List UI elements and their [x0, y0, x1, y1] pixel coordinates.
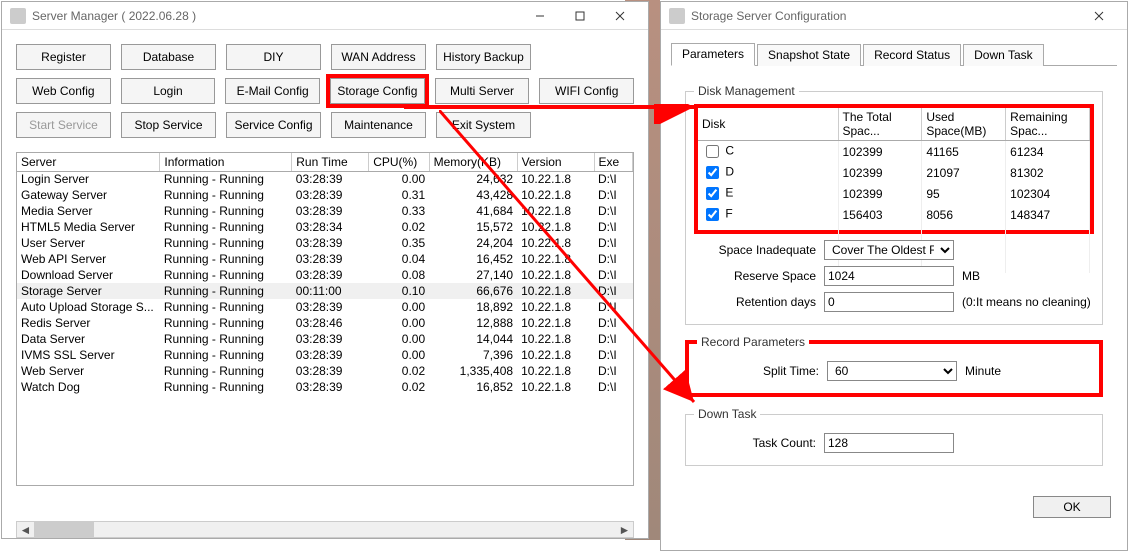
minimize-button[interactable]	[520, 4, 560, 28]
col-memory[interactable]: Memory(KB)	[429, 153, 517, 171]
table-row[interactable]: Web API ServerRunning - Running03:28:390…	[17, 251, 633, 267]
disk-checkbox[interactable]	[706, 145, 719, 158]
window-title: Server Manager ( 2022.06.28 )	[32, 9, 520, 23]
storage-config-button[interactable]: Storage Config	[330, 78, 425, 104]
task-count-label: Task Count:	[694, 436, 824, 450]
disk-management-group: Disk Management Disk The Total Spac... U…	[685, 84, 1103, 325]
close-button[interactable]	[600, 4, 640, 28]
start-service-button[interactable]: Start Service	[16, 112, 111, 138]
register-button[interactable]: Register	[16, 44, 111, 70]
col-total[interactable]: The Total Spac...	[838, 108, 922, 141]
table-row[interactable]: Redis ServerRunning - Running03:28:460.0…	[17, 315, 633, 331]
down-task-legend: Down Task	[694, 407, 760, 421]
parameters-panel: Disk Management Disk The Total Spac... U…	[671, 72, 1117, 484]
table-row[interactable]: User ServerRunning - Running03:28:390.35…	[17, 235, 633, 251]
tab-record-status[interactable]: Record Status	[863, 44, 961, 66]
disk-management-legend: Disk Management	[694, 84, 799, 98]
table-row[interactable]: Storage ServerRunning - Running00:11:000…	[17, 283, 633, 299]
table-row[interactable]: Media ServerRunning - Running03:28:390.3…	[17, 203, 633, 219]
scroll-left-icon[interactable]: ◄	[17, 522, 34, 537]
split-time-unit: Minute	[965, 364, 1001, 378]
tab-snapshot-state[interactable]: Snapshot State	[757, 44, 861, 66]
diy-button[interactable]: DIY	[226, 44, 321, 70]
tab-parameters[interactable]: Parameters	[671, 43, 755, 66]
config-tabs: Parameters Snapshot State Record Status …	[671, 42, 1117, 66]
retention-days-hint: (0:It means no cleaning)	[962, 295, 1091, 309]
space-inadequate-label: Space Inadequate	[694, 243, 824, 257]
maximize-button[interactable]	[560, 4, 600, 28]
retention-days-input[interactable]	[824, 292, 954, 312]
table-row[interactable]: Login ServerRunning - Running03:28:390.0…	[17, 171, 633, 187]
down-task-group: Down Task Task Count:	[685, 407, 1103, 466]
scroll-thumb[interactable]	[34, 522, 94, 537]
reserve-space-unit: MB	[962, 269, 980, 283]
split-time-label: Split Time:	[697, 364, 827, 378]
exit-system-button[interactable]: Exit System	[436, 112, 531, 138]
disk-checkbox[interactable]	[706, 187, 719, 200]
maintenance-button[interactable]: Maintenance	[331, 112, 426, 138]
history-backup-button[interactable]: History Backup	[436, 44, 531, 70]
horizontal-scrollbar[interactable]: ◄ ►	[16, 521, 634, 538]
app-icon	[10, 8, 26, 24]
ok-button[interactable]: OK	[1033, 496, 1111, 518]
record-parameters-legend: Record Parameters	[697, 335, 809, 349]
table-row[interactable]: HTML5 Media ServerRunning - Running03:28…	[17, 219, 633, 235]
service-config-button[interactable]: Service Config	[226, 112, 321, 138]
toolbar: Register Database DIY WAN Address Histor…	[2, 30, 648, 152]
table-row[interactable]: Download ServerRunning - Running03:28:39…	[17, 267, 633, 283]
table-row[interactable]: Watch DogRunning - Running03:28:390.0216…	[17, 379, 633, 395]
col-runtime[interactable]: Run Time	[292, 153, 369, 171]
tab-down-task[interactable]: Down Task	[963, 44, 1043, 66]
table-row[interactable]: D1023992109781302	[698, 162, 1090, 183]
database-button[interactable]: Database	[121, 44, 216, 70]
retention-days-label: Retention days	[694, 295, 824, 309]
server-grid[interactable]: Server Information Run Time CPU(%) Memor…	[16, 152, 634, 486]
stop-service-button[interactable]: Stop Service	[121, 112, 216, 138]
wan-address-button[interactable]: WAN Address	[331, 44, 426, 70]
titlebar: Storage Server Configuration	[661, 2, 1127, 30]
reserve-space-input[interactable]	[824, 266, 954, 286]
table-row[interactable]: Web ServerRunning - Running03:28:390.021…	[17, 363, 633, 379]
col-version[interactable]: Version	[517, 153, 594, 171]
disk-checkbox[interactable]	[706, 208, 719, 221]
table-row[interactable]: IVMS SSL ServerRunning - Running03:28:39…	[17, 347, 633, 363]
titlebar: Server Manager ( 2022.06.28 )	[2, 2, 648, 30]
wifi-config-button[interactable]: WIFI Config	[539, 78, 634, 104]
disk-checkbox[interactable]	[706, 166, 719, 179]
scroll-right-icon[interactable]: ►	[616, 522, 633, 537]
window-title: Storage Server Configuration	[691, 9, 1079, 23]
table-row[interactable]: E10239995102304	[698, 183, 1090, 204]
email-config-button[interactable]: E-Mail Config	[225, 78, 320, 104]
split-time-select[interactable]: 60	[827, 361, 957, 381]
reserve-space-label: Reserve Space	[694, 269, 824, 283]
col-disk[interactable]: Disk	[698, 108, 838, 141]
web-config-button[interactable]: Web Config	[16, 78, 111, 104]
login-button[interactable]: Login	[121, 78, 216, 104]
col-used[interactable]: Used Space(MB)	[922, 108, 1006, 141]
table-row[interactable]: Gateway ServerRunning - Running03:28:390…	[17, 187, 633, 203]
col-exe[interactable]: Exe	[594, 153, 633, 171]
table-row[interactable]: F1564038056148347	[698, 204, 1090, 225]
table-row[interactable]: C1023994116561234	[698, 141, 1090, 163]
disk-table[interactable]: Disk The Total Spac... Used Space(MB) Re…	[694, 104, 1094, 234]
col-remaining[interactable]: Remaining Spac...	[1006, 108, 1090, 141]
col-server[interactable]: Server	[17, 153, 160, 171]
app-icon	[669, 8, 685, 24]
record-parameters-group: Record Parameters Split Time: 60 Minute	[685, 335, 1103, 397]
col-cpu[interactable]: CPU(%)	[369, 153, 429, 171]
storage-config-window: Storage Server Configuration Parameters …	[660, 1, 1128, 551]
server-manager-window: Server Manager ( 2022.06.28 ) Register D…	[1, 1, 649, 539]
table-row[interactable]: Data ServerRunning - Running03:28:390.00…	[17, 331, 633, 347]
close-button[interactable]	[1079, 4, 1119, 28]
table-row[interactable]: Auto Upload Storage S...Running - Runnin…	[17, 299, 633, 315]
multi-server-button[interactable]: Multi Server	[435, 78, 530, 104]
space-inadequate-select[interactable]: Cover The Oldest Files	[824, 240, 954, 260]
col-info[interactable]: Information	[160, 153, 292, 171]
task-count-input[interactable]	[824, 433, 954, 453]
